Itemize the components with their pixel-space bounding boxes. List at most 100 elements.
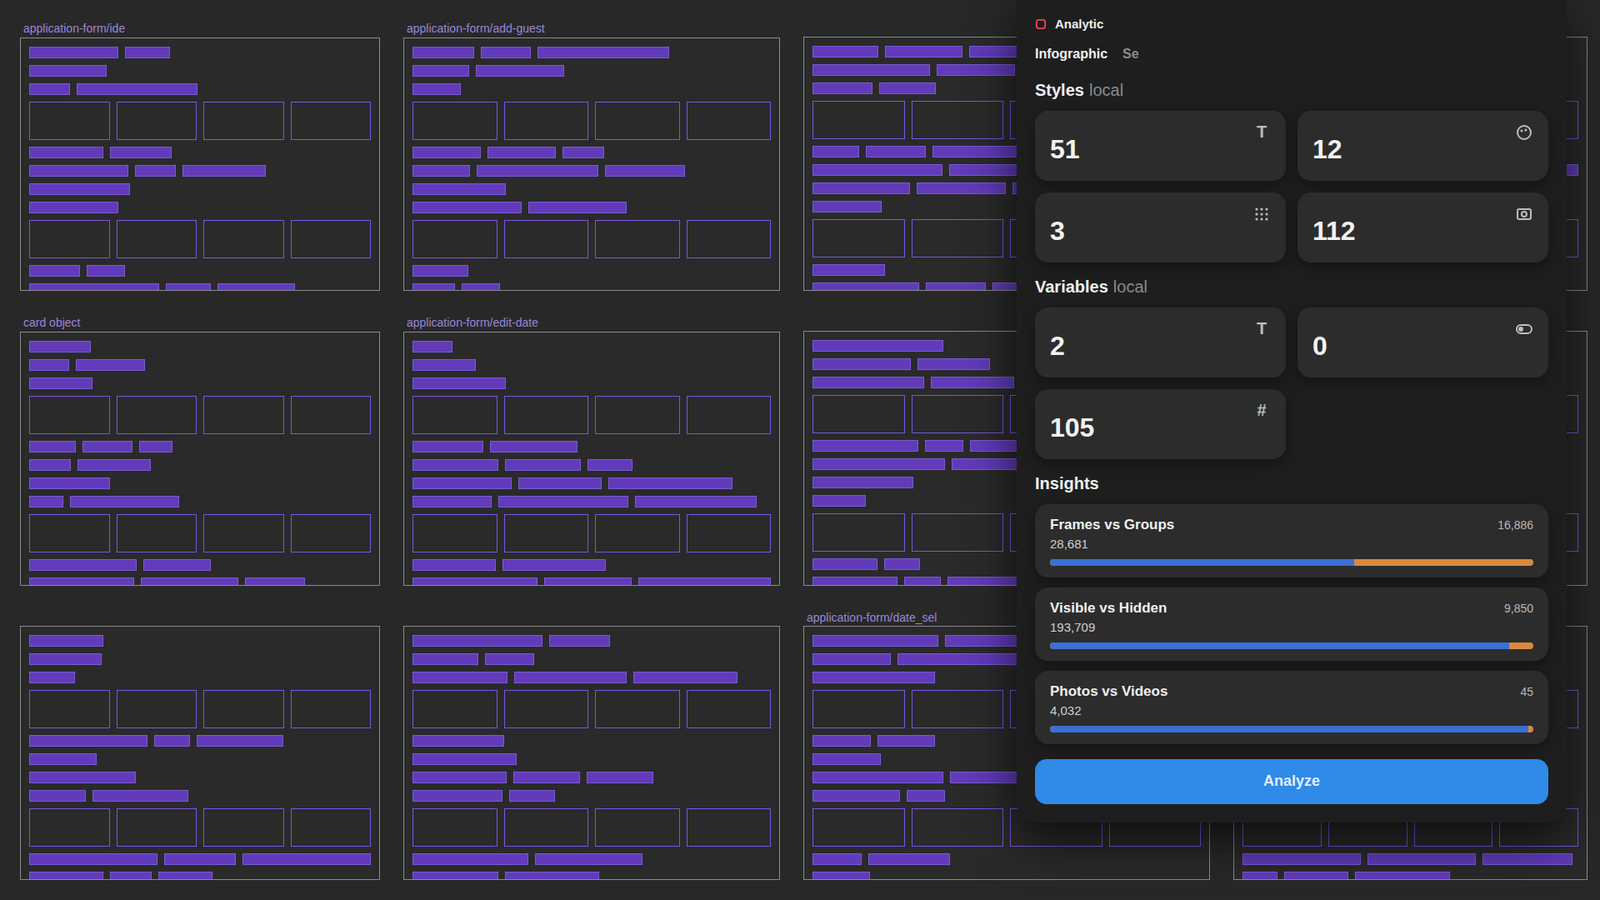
wireframe-row xyxy=(29,477,371,490)
wireframe-bar xyxy=(812,45,879,58)
wireframe-bar xyxy=(139,440,173,453)
wireframe-cell xyxy=(504,101,590,140)
wireframe-bar xyxy=(549,635,610,647)
frame-label: application-form/ide xyxy=(20,20,380,38)
wireframe-cell xyxy=(911,219,1005,258)
wireframe-row xyxy=(29,359,371,371)
wireframe-bar xyxy=(412,790,503,802)
wireframe-bar xyxy=(29,477,110,490)
wireframe-bar xyxy=(586,771,654,784)
wireframe-cell xyxy=(686,101,772,140)
insight-bar xyxy=(1050,559,1534,566)
wireframe-row xyxy=(29,377,371,390)
wireframe-bar xyxy=(1355,871,1450,880)
wireframe-row xyxy=(29,459,371,471)
wireframe-bar xyxy=(812,282,920,291)
wireframe-bar xyxy=(135,165,176,177)
wireframe-cell xyxy=(116,808,198,847)
wireframe-row xyxy=(1242,853,1579,865)
wireframe-cell xyxy=(812,513,905,552)
wireframe-bar xyxy=(412,771,507,784)
canvas-frame[interactable]: application-form/ide xyxy=(20,20,380,291)
wireframe-cell xyxy=(686,514,772,553)
wireframe-bar xyxy=(412,653,479,665)
stat-value: 105 xyxy=(1050,407,1095,448)
wireframe-cell xyxy=(116,101,198,140)
wireframe-bar xyxy=(906,790,945,802)
wireframe-row xyxy=(412,871,771,880)
canvas-frame[interactable]: card object xyxy=(20,314,380,585)
wireframe-bar xyxy=(485,653,535,665)
wireframe-bar xyxy=(412,459,499,471)
wireframe-cell xyxy=(412,395,498,435)
canvas-frame[interactable] xyxy=(403,609,780,880)
wireframe-cell xyxy=(812,395,905,434)
stat-card[interactable]: 2T xyxy=(1035,307,1286,378)
insight-right-count: 9,850 xyxy=(1504,600,1534,618)
section-scope: local xyxy=(1113,277,1148,296)
wireframe-bar xyxy=(885,45,963,58)
wireframe-bar xyxy=(29,165,129,177)
palette-icon xyxy=(1515,123,1534,142)
wireframe-bar xyxy=(29,83,70,95)
wireframe-bar xyxy=(29,377,93,390)
stat-card[interactable]: 51T xyxy=(1035,110,1286,181)
wireframe-bar xyxy=(476,165,599,177)
stat-card[interactable]: 105# xyxy=(1035,389,1286,460)
wireframe-bar xyxy=(865,145,926,158)
wireframe-cell xyxy=(290,690,372,729)
plugin-tab[interactable]: Se xyxy=(1122,42,1140,66)
section-scope: local xyxy=(1089,80,1124,100)
plugin-logo-icon xyxy=(1035,18,1047,30)
wireframe-bar xyxy=(29,753,97,765)
section-title: Variables xyxy=(1035,277,1109,296)
stat-card[interactable]: 12 xyxy=(1297,110,1549,181)
wireframe-bar xyxy=(812,376,925,389)
wireframe-bar xyxy=(812,200,882,213)
canvas-frame[interactable]: application-form/edit-date xyxy=(403,314,780,585)
analyze-button[interactable]: Analyze xyxy=(1035,759,1549,805)
wireframe-bar xyxy=(487,146,556,159)
canvas-frame[interactable]: application-form/add-guest xyxy=(403,20,780,291)
wireframe-row xyxy=(412,265,771,277)
wireframe-row xyxy=(29,577,371,586)
wireframe-row xyxy=(412,377,771,390)
wireframe-row xyxy=(29,671,371,684)
wireframe-bar xyxy=(29,735,148,747)
insight-left-count: 28,681 xyxy=(1050,535,1534,555)
plugin-tab[interactable]: Infographic xyxy=(1035,42,1108,66)
stat-card[interactable]: 0 xyxy=(1297,307,1549,378)
stat-card[interactable]: 3 xyxy=(1035,192,1286,263)
wireframe-bar xyxy=(165,283,211,292)
wireframe-cell xyxy=(29,220,110,259)
wireframe-row xyxy=(29,46,371,59)
wireframe-bar xyxy=(1367,853,1476,865)
canvas-frame[interactable] xyxy=(20,609,380,880)
wireframe-cell xyxy=(595,220,680,259)
insight-head: Frames vs Groups16,886 xyxy=(1050,514,1534,536)
stat-card[interactable]: 112 xyxy=(1297,192,1549,263)
wireframe-bar xyxy=(245,577,305,586)
wireframe-row xyxy=(412,395,771,435)
wireframe-row xyxy=(412,753,771,765)
wireframe-bar xyxy=(29,653,102,665)
wireframe-bar xyxy=(29,559,137,571)
wireframe-row xyxy=(412,440,771,453)
insights-title: Insights xyxy=(1035,470,1549,496)
wireframe-bar xyxy=(812,82,873,95)
wireframe-row xyxy=(412,459,771,471)
wireframe-cell xyxy=(686,690,772,729)
wireframe-bar xyxy=(884,558,920,570)
wireframe-bar xyxy=(29,577,135,586)
wireframe-cell xyxy=(29,101,110,140)
insight-bar xyxy=(1050,642,1534,650)
text-icon: T xyxy=(1252,319,1271,338)
wireframe-row xyxy=(29,559,371,571)
wireframe-bar xyxy=(475,65,565,77)
wireframe-row xyxy=(29,101,371,140)
wireframe-bar xyxy=(29,635,104,647)
wireframe-bar xyxy=(812,164,943,176)
wireframe-bar xyxy=(925,440,964,452)
wireframe-bar xyxy=(1242,853,1361,865)
wireframe-cell xyxy=(911,513,1005,552)
